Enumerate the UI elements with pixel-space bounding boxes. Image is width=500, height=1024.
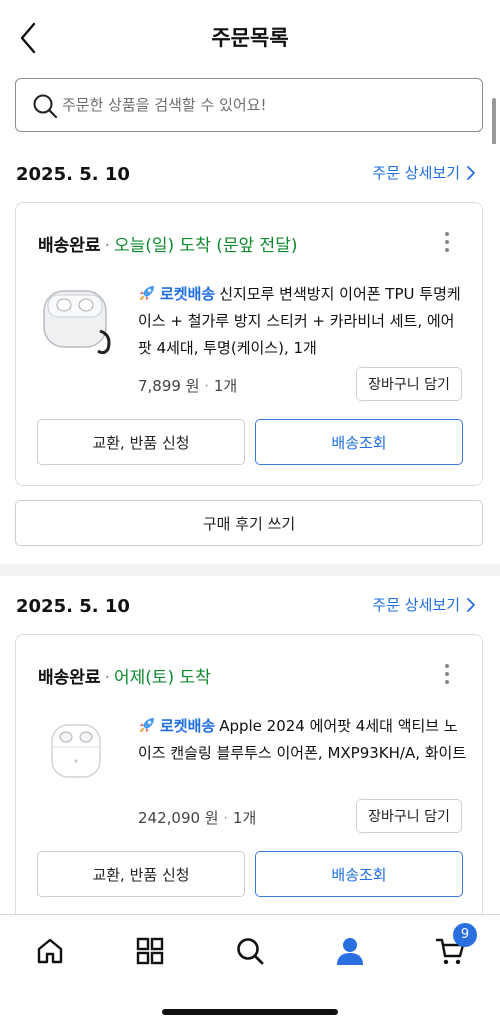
delivery-status: 배송완료 · 어제(토) 도착 <box>38 663 211 688</box>
price-separator: · <box>218 809 233 827</box>
add-to-cart-button[interactable]: 장바구니 담기 <box>356 799 462 833</box>
page-title: 주문목록 <box>211 26 289 50</box>
nav-categories[interactable] <box>120 931 180 971</box>
nav-my-page[interactable] <box>320 931 380 971</box>
status-main: 배송완료 <box>38 668 101 688</box>
bottom-nav: 9 <box>0 914 500 1024</box>
chevron-right-icon <box>467 165 475 180</box>
search-box[interactable] <box>15 78 483 132</box>
order-detail-link[interactable]: 주문 상세보기 <box>372 594 476 615</box>
more-options-icon[interactable] <box>444 663 450 685</box>
status-arrival: 어제(토) 도착 <box>113 668 211 688</box>
product-price: 242,090 원 <box>138 809 219 827</box>
delivery-status: 배송완료 · 오늘(일) 도착 (문앞 전달) <box>38 231 297 256</box>
action-row: 교환, 반품 신청 배송조회 <box>37 851 463 897</box>
order-date: 2025. 5. 10 <box>16 164 130 185</box>
product-name-block[interactable]: 로켓배송 Apple 2024 에어팟 4세대 액티브 노이즈 캔슬링 블루투스 … <box>138 713 468 767</box>
price-line: 7,899 원 · 1개 <box>138 375 237 396</box>
order-detail-label: 주문 상세보기 <box>372 164 460 182</box>
order-detail-label: 주문 상세보기 <box>372 596 460 614</box>
product-quantity: 1개 <box>213 377 238 395</box>
rocket-icon <box>140 718 154 732</box>
product-price: 7,899 원 <box>138 377 200 395</box>
rocket-delivery-label: 로켓배송 <box>160 285 216 303</box>
order-group: 2025. 5. 10 주문 상세보기 배송완료 · 오늘(일) 도착 (문앞 전달… <box>0 144 500 564</box>
product-name-block[interactable]: 로켓배송 신지모루 변색방지 이어폰 TPU 투명케이스 + 철가루 방지 스티커… <box>138 281 468 362</box>
track-delivery-button[interactable]: 배송조회 <box>255 419 463 465</box>
exchange-return-button[interactable]: 교환, 반품 신청 <box>37 851 245 897</box>
order-card: 배송완료 · 어제(토) 도착 로켓배송 Apple 2024 에어팟 4세대 액티브… <box>15 634 483 934</box>
nav-search[interactable] <box>220 931 280 971</box>
order-detail-link[interactable]: 주문 상세보기 <box>372 162 476 183</box>
grid-icon <box>136 937 164 965</box>
add-to-cart-button[interactable]: 장바구니 담기 <box>356 367 462 401</box>
search-section <box>0 74 500 144</box>
nav-cart[interactable]: 9 <box>420 923 480 971</box>
rocket-delivery-label: 로켓배송 <box>160 717 216 735</box>
nav-home[interactable] <box>20 931 80 971</box>
track-delivery-button[interactable]: 배송조회 <box>255 851 463 897</box>
search-icon <box>237 938 264 965</box>
order-group: 2025. 5. 10 주문 상세보기 배송완료 · 어제(토) 도착 로켓배송… <box>0 576 500 934</box>
chevron-right-icon <box>467 597 475 612</box>
price-line: 242,090 원 · 1개 <box>138 807 256 828</box>
app-header: 주문목록 <box>0 0 500 74</box>
product-image[interactable] <box>36 711 116 791</box>
status-main: 배송완료 <box>38 236 101 256</box>
order-date: 2025. 5. 10 <box>16 596 130 617</box>
status-arrival: 오늘(일) 도착 (문앞 전달) <box>113 236 298 256</box>
product-quantity: 1개 <box>232 809 257 827</box>
product-image[interactable] <box>36 279 116 359</box>
order-card: 배송완료 · 오늘(일) 도착 (문앞 전달) 로켓배송 신지모루 변색방지 이어폰 … <box>15 202 483 486</box>
cart-count-badge: 9 <box>453 923 477 947</box>
price-separator: · <box>199 377 214 395</box>
more-options-icon[interactable] <box>444 231 450 253</box>
home-indicator <box>162 1009 338 1015</box>
action-row: 교환, 반품 신청 배송조회 <box>37 419 463 465</box>
status-separator: · <box>104 236 110 256</box>
search-icon <box>33 94 58 119</box>
person-icon <box>337 938 363 965</box>
home-icon <box>37 938 63 964</box>
exchange-return-button[interactable]: 교환, 반품 신청 <box>37 419 245 465</box>
status-separator: · <box>104 668 110 688</box>
write-review-button[interactable]: 구매 후기 쓰기 <box>15 500 483 546</box>
rocket-icon <box>140 286 154 300</box>
search-input[interactable] <box>62 87 472 123</box>
